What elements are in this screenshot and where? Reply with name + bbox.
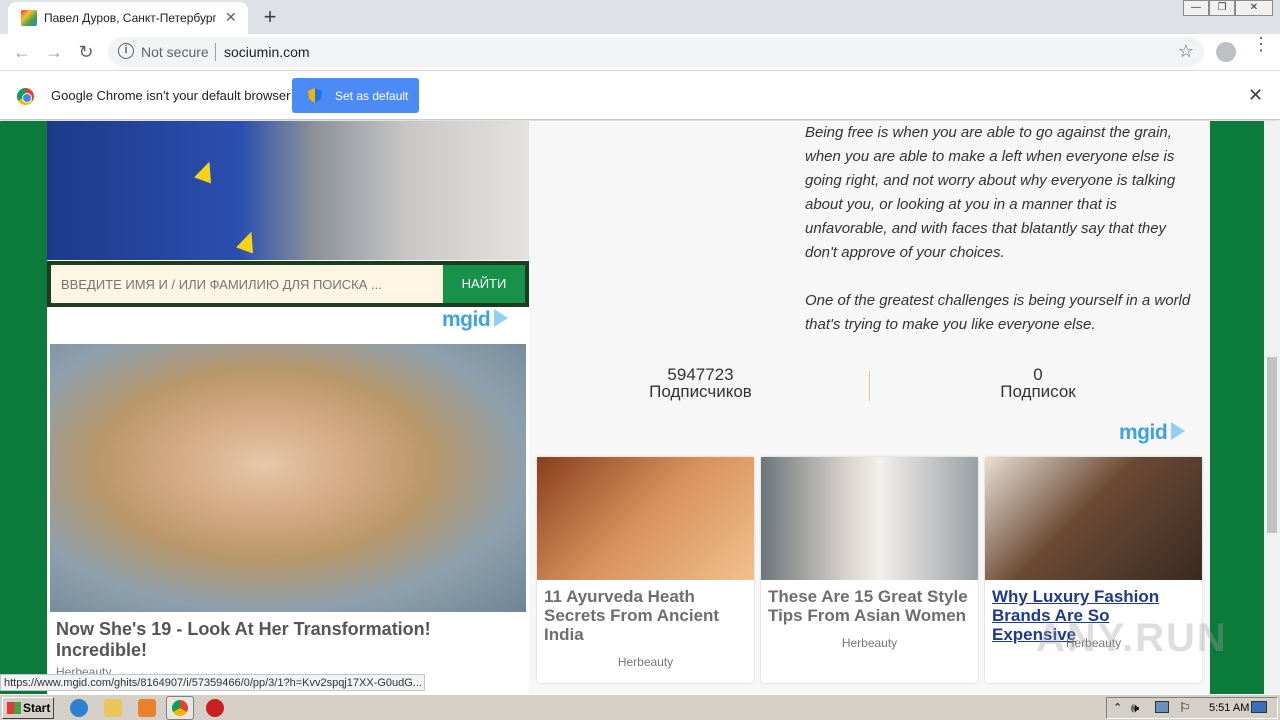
chrome-icon	[17, 88, 34, 105]
page-viewport: НАЙТИ mgid Now She's 19 - Look At Her Tr…	[0, 121, 1264, 694]
url-text[interactable]: sociumin.com	[224, 44, 310, 60]
clock[interactable]: 5:51 AM	[1209, 702, 1249, 714]
tab-close-icon[interactable]: ✕	[225, 9, 237, 26]
ad-card-image[interactable]	[761, 457, 978, 580]
system-tray: ⌃ 🕪 ⚐ 5:51 AM	[1106, 697, 1278, 719]
subscribers-label: Подписчиков	[649, 382, 752, 401]
start-label: Start	[23, 701, 51, 715]
profile-photo	[47, 121, 529, 260]
back-icon[interactable]: ←	[12, 42, 32, 63]
profile-quote: Being free is when you are able to go ag…	[805, 121, 1201, 337]
search-bar: НАЙТИ	[47, 261, 529, 307]
right-column: Being free is when you are able to go ag…	[529, 121, 1210, 694]
ad-card-source: Herbeauty	[617, 655, 674, 669]
chrome-icon	[172, 700, 188, 716]
windows-taskbar: Start ⌃ 🕪 ⚐ 5:51 AM	[0, 694, 1280, 720]
subscriptions-label: Подписок	[1000, 382, 1076, 401]
bookmark-star-icon[interactable]: ☆	[1178, 41, 1194, 62]
browser-toolbar: ← → ↻ i Not secure sociumin.com ☆ ⋮	[0, 34, 1280, 71]
browser-tab[interactable]: Павел Дуров, Санкт-Петербург | Соцiумин …	[8, 2, 248, 34]
search-button[interactable]: НАЙТИ	[443, 265, 525, 303]
mgid-play-icon	[494, 309, 509, 327]
shield-icon	[308, 88, 322, 103]
watermark: ANY.RUN	[1036, 616, 1228, 660]
subscribers-stat: 5947723 Подписчиков	[619, 365, 782, 402]
ad-title[interactable]: Now She's 19 - Look At Her Transformatio…	[56, 619, 522, 661]
new-tab-button[interactable]: +	[260, 4, 280, 30]
profile-avatar[interactable]	[1216, 42, 1236, 62]
url-divider	[215, 43, 216, 61]
address-bar[interactable]: i Not secure sociumin.com ☆	[108, 37, 1204, 67]
ad-card[interactable]: 11 Ayurveda Heath Secrets From Ancient I…	[537, 457, 754, 683]
default-browser-infobar: Google Chrome isn't your default browser…	[0, 72, 1280, 120]
window-close-button[interactable]: ✕	[1235, 0, 1273, 16]
left-column: НАЙТИ mgid Now She's 19 - Look At Her Tr…	[47, 121, 529, 694]
quote-paragraph: Being free is when you are able to go ag…	[805, 124, 1176, 261]
show-desktop-icon[interactable]	[1251, 701, 1267, 713]
ad-card[interactable]: These Are 15 Great Style Tips From Asian…	[761, 457, 978, 683]
mgid-play-icon	[1171, 422, 1186, 440]
windows-logo-icon	[7, 702, 21, 714]
set-default-button[interactable]: Set as default	[292, 78, 419, 113]
stop-icon[interactable]	[206, 699, 224, 717]
ad-card-title[interactable]: These Are 15 Great Style Tips From Asian…	[768, 587, 973, 625]
ad-card-image[interactable]	[537, 457, 754, 580]
taskbar-chrome-button[interactable]	[166, 696, 194, 720]
tab-title: Павел Дуров, Санкт-Петербург | Соцiумин	[44, 11, 216, 25]
reload-icon[interactable]: ↻	[76, 42, 96, 63]
start-button[interactable]: Start	[2, 697, 54, 719]
media-player-icon[interactable]	[138, 699, 156, 717]
flag-icon[interactable]: ⚐	[1179, 700, 1191, 716]
ie-icon[interactable]	[70, 699, 88, 717]
tab-strip: Павел Дуров, Санкт-Петербург | Соцiумин …	[0, 0, 1280, 34]
folder-icon[interactable]	[104, 699, 122, 717]
ad-card-source: Herbeauty	[841, 636, 898, 650]
set-default-label: Set as default	[335, 89, 409, 103]
forward-icon[interactable]: →	[44, 42, 64, 63]
infobar-close-icon[interactable]: ✕	[1248, 85, 1263, 106]
security-label: Not secure	[141, 44, 209, 60]
restore-button[interactable]: ❐	[1209, 0, 1235, 16]
volume-icon[interactable]: 🕪	[1131, 700, 1139, 716]
scrollbar-thumb[interactable]	[1267, 357, 1277, 533]
quote-paragraph: One of the greatest challenges is being …	[805, 292, 1191, 333]
mgid-logo[interactable]: mgid	[442, 308, 509, 332]
mgid-logo[interactable]: mgid	[1119, 421, 1186, 445]
favicon-icon	[21, 10, 37, 26]
stat-divider	[869, 371, 870, 401]
info-icon[interactable]: i	[118, 43, 134, 59]
status-url: https://www.mgid.com/ghits/8164907/i/573…	[0, 674, 425, 691]
tray-expand-icon[interactable]: ⌃	[1113, 701, 1122, 714]
subscriptions-stat: 0 Подписок	[963, 365, 1113, 402]
menu-icon[interactable]: ⋮	[1252, 35, 1270, 53]
minimize-button[interactable]: —	[1183, 0, 1209, 16]
infobar-message: Google Chrome isn't your default browser	[51, 88, 291, 103]
search-input[interactable]	[51, 265, 443, 303]
ad-card-title[interactable]: 11 Ayurveda Heath Secrets From Ancient I…	[544, 587, 749, 644]
page-scrollbar[interactable]	[1264, 121, 1280, 694]
ad-image[interactable]	[50, 344, 526, 612]
network-icon[interactable]	[1155, 701, 1169, 713]
ad-card-image[interactable]	[985, 457, 1202, 580]
